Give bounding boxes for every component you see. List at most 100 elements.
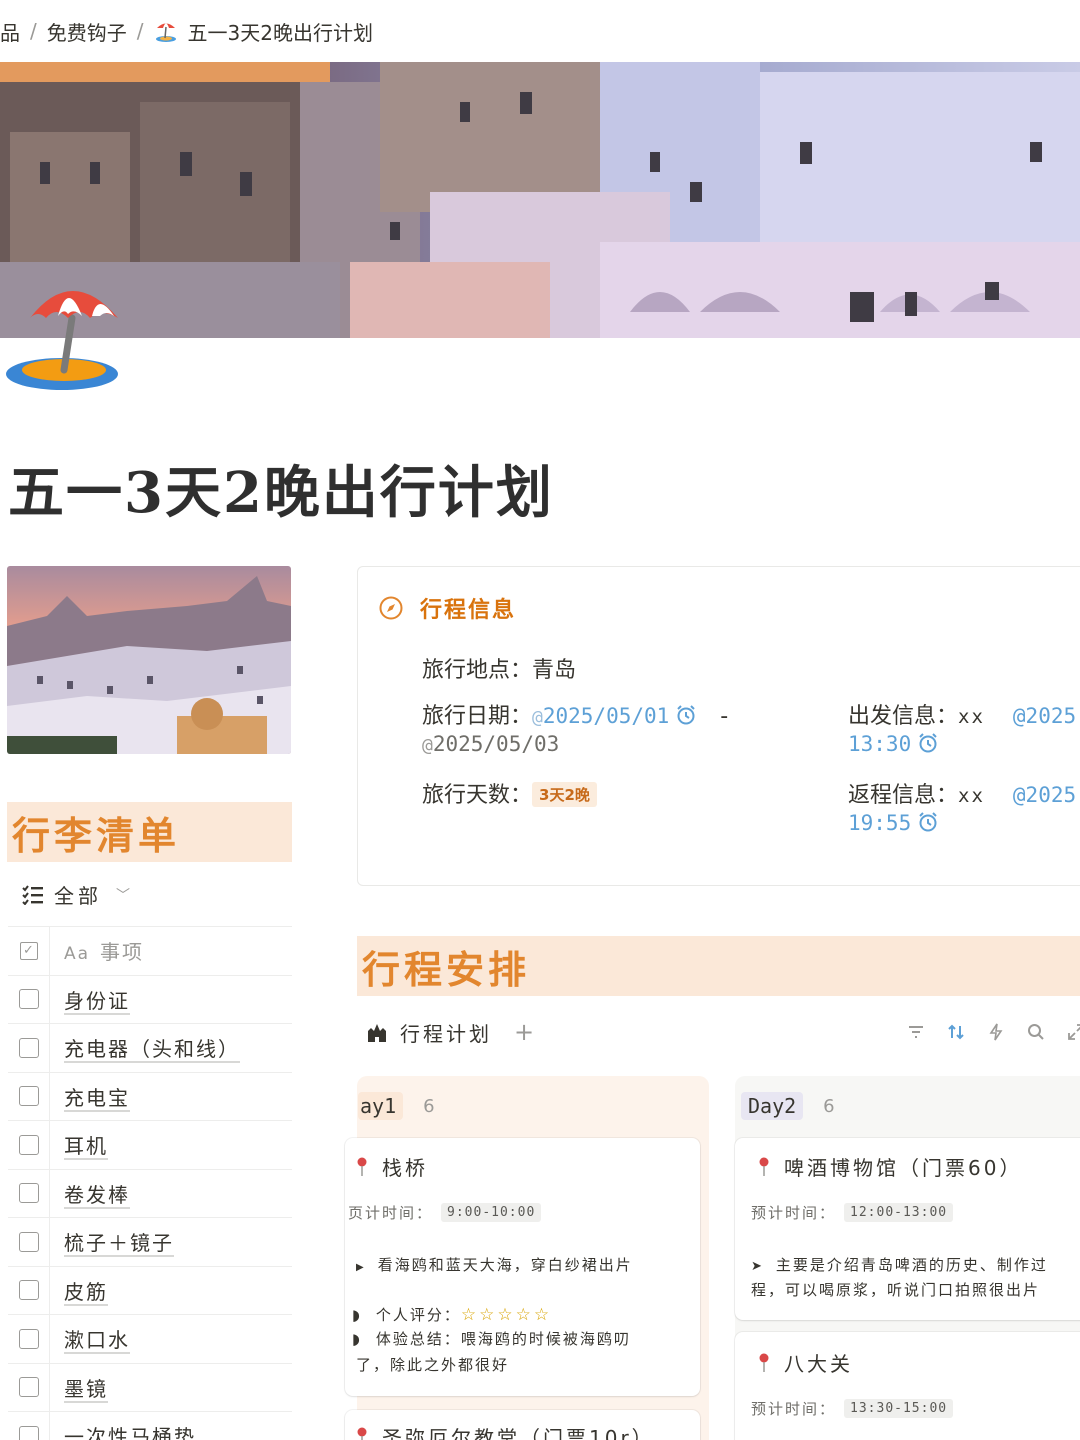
trip-info-heading[interactable]: 行程信息 bbox=[378, 592, 516, 624]
breadcrumb-item-current-page[interactable]: 五一3天2晚出行计划 bbox=[188, 17, 373, 46]
pin-icon bbox=[357, 1427, 367, 1440]
breadcrumb-separator: / bbox=[30, 19, 37, 43]
trip-days-tag[interactable]: 3天2晚 bbox=[532, 782, 597, 807]
checkbox-column-icon[interactable]: ✓ bbox=[19, 941, 38, 960]
automation-icon[interactable] bbox=[986, 1022, 1006, 1042]
breadcrumb-item-workspace[interactable]: 品 bbox=[0, 17, 20, 46]
board-column-header[interactable]: Day2 6 bbox=[741, 1092, 835, 1120]
group-count: 6 bbox=[823, 1095, 835, 1117]
luggage-item-label[interactable]: 梳子＋镜子 bbox=[50, 1227, 174, 1256]
breadcrumb-item-free-hook[interactable]: 免费钩子 bbox=[47, 17, 127, 46]
summary-line-2: 了，除此之外都很好 bbox=[356, 1356, 510, 1374]
time-label: 预计时间： bbox=[751, 1400, 837, 1418]
card-note-line-2: 程，可以喝原浆，听说门口拍照很出片 bbox=[751, 1281, 1041, 1299]
trip-date-end[interactable]: 2025/05/03 bbox=[433, 732, 559, 756]
luggage-view-label: 全部 bbox=[54, 884, 102, 908]
return-value: xx bbox=[958, 785, 985, 807]
return-date[interactable]: @2025 bbox=[1013, 783, 1076, 807]
expand-icon[interactable] bbox=[1066, 1022, 1080, 1042]
luggage-row: 身份证 bbox=[8, 975, 292, 1024]
card-title: 圣弥厄尔教堂（门票10r） bbox=[356, 1422, 655, 1440]
card-rating: ◗ 个人评分：☆☆☆☆☆ bbox=[352, 1302, 552, 1328]
alarm-clock-icon bbox=[677, 705, 696, 725]
luggage-row: 梳子＋镜子 bbox=[8, 1218, 292, 1267]
add-view-button[interactable]: + bbox=[514, 1018, 534, 1046]
luggage-checkbox[interactable] bbox=[18, 1086, 39, 1107]
card-time: 页计时间： 9:00-10:00 bbox=[348, 1202, 542, 1223]
luggage-heading[interactable]: 行李清单 bbox=[7, 802, 292, 862]
cover-town-illustration bbox=[0, 62, 1080, 338]
luggage-item-label[interactable]: 一次性马桶垫 bbox=[50, 1421, 196, 1440]
trip-days: 旅行天数： 3天2晚 bbox=[422, 777, 597, 809]
depart-date[interactable]: @2025 bbox=[1013, 704, 1076, 728]
text-property-icon: Aa bbox=[64, 944, 91, 965]
trip-location-value: 青岛 bbox=[532, 658, 577, 683]
alarm-clock-icon bbox=[919, 812, 937, 832]
filter-icon[interactable] bbox=[906, 1022, 926, 1042]
luggage-item-label[interactable]: 卷发棒 bbox=[50, 1179, 130, 1208]
card-title-text: 栈桥 bbox=[382, 1156, 428, 1180]
page-title[interactable]: 五一3天2晚出行计划 bbox=[8, 448, 554, 529]
itinerary-heading[interactable]: 行程安排 bbox=[357, 936, 1080, 996]
arrow-icon: ➤ bbox=[751, 1259, 764, 1274]
group-count: 6 bbox=[423, 1095, 435, 1117]
trip-date-end-line: @2025/05/03 bbox=[422, 732, 559, 757]
luggage-table: ✓ Aa 事项 身份证 充电器（头和线） 充电宝 耳机 卷发棒 梳子＋镜子 皮筋 … bbox=[8, 926, 292, 1440]
return-time[interactable]: 19:55 bbox=[848, 811, 911, 835]
luggage-checkbox[interactable] bbox=[18, 1425, 39, 1440]
pin-icon bbox=[759, 1157, 769, 1176]
date-mention-at: @ bbox=[422, 735, 433, 756]
card-title-text: 啤酒博物馆（门票60） bbox=[784, 1156, 1023, 1180]
luggage-item-label[interactable]: 皮筋 bbox=[50, 1276, 108, 1305]
rating-label: 个人评分： bbox=[375, 1306, 461, 1324]
luggage-item-label[interactable]: 身份证 bbox=[50, 985, 130, 1014]
luggage-row: 皮筋 bbox=[8, 1266, 292, 1315]
luggage-checkbox[interactable] bbox=[18, 1037, 39, 1058]
depart-info: 出发信息：xx @2025 bbox=[848, 698, 1076, 730]
time-label: 预计时间： bbox=[751, 1204, 837, 1222]
luggage-column-header[interactable]: Aa 事项 bbox=[50, 936, 144, 965]
board-column-header[interactable]: ay1 6 bbox=[358, 1092, 435, 1120]
luggage-view-tab[interactable]: 全部 ﹀ bbox=[22, 880, 130, 909]
luggage-checkbox[interactable] bbox=[18, 1328, 39, 1349]
luggage-checkbox[interactable] bbox=[18, 1280, 39, 1301]
time-tag: 9:00-10:00 bbox=[441, 1203, 542, 1222]
luggage-item-label[interactable]: 耳机 bbox=[50, 1130, 108, 1159]
luggage-item-label[interactable]: 漱口水 bbox=[50, 1324, 130, 1353]
card-note-text: 看海鸥和蓝天大海，穿白纱裙出片 bbox=[377, 1256, 633, 1274]
luggage-row: 充电宝 bbox=[8, 1072, 292, 1121]
luggage-item-label[interactable]: 墨镜 bbox=[50, 1373, 108, 1402]
trip-date: 旅行日期：@2025/05/01 - bbox=[422, 698, 728, 730]
return-label: 返程信息： bbox=[848, 783, 959, 808]
group-tag: ay1 bbox=[358, 1092, 404, 1120]
town-photo[interactable] bbox=[7, 566, 291, 754]
trip-days-label: 旅行天数： bbox=[422, 783, 533, 808]
itinerary-view-label[interactable]: 行程计划 bbox=[400, 1018, 492, 1047]
chevron-down-icon[interactable]: ﹀ bbox=[116, 885, 130, 905]
trip-date-start[interactable]: 2025/05/01 bbox=[543, 704, 669, 728]
luggage-checkbox[interactable] bbox=[18, 1134, 39, 1155]
luggage-row: 一次性马桶垫 bbox=[8, 1412, 292, 1440]
luggage-item-label[interactable]: 充电器（头和线） bbox=[50, 1033, 240, 1062]
list-view-icon bbox=[22, 884, 43, 905]
luggage-item-label[interactable]: 充电宝 bbox=[50, 1082, 130, 1111]
depart-label: 出发信息： bbox=[848, 704, 959, 729]
luggage-checkbox[interactable] bbox=[18, 989, 39, 1010]
luggage-table-header: ✓ Aa 事项 bbox=[8, 927, 292, 976]
card-time: 预计时间： 13:30-15:00 bbox=[751, 1398, 954, 1419]
search-icon[interactable] bbox=[1026, 1022, 1046, 1042]
castle-icon bbox=[368, 1024, 386, 1042]
cover-image[interactable] bbox=[0, 62, 1080, 338]
card-title-text: 圣弥厄尔教堂（门票10r） bbox=[382, 1426, 655, 1440]
luggage-checkbox[interactable] bbox=[18, 1183, 39, 1204]
board-toolbar bbox=[906, 1014, 1080, 1050]
pin-icon bbox=[357, 1157, 367, 1176]
depart-time[interactable]: 13:30 bbox=[848, 732, 911, 756]
card-note-line-1: 主要是介绍青岛啤酒的历史、制作过 bbox=[775, 1256, 1048, 1274]
beach-umbrella-icon[interactable] bbox=[2, 278, 122, 393]
depart-time-line: 13:30 bbox=[848, 732, 939, 757]
time-tag: 13:30-15:00 bbox=[844, 1399, 954, 1418]
sort-icon[interactable] bbox=[946, 1022, 966, 1042]
luggage-checkbox[interactable] bbox=[18, 1231, 39, 1252]
luggage-checkbox[interactable] bbox=[18, 1377, 39, 1398]
